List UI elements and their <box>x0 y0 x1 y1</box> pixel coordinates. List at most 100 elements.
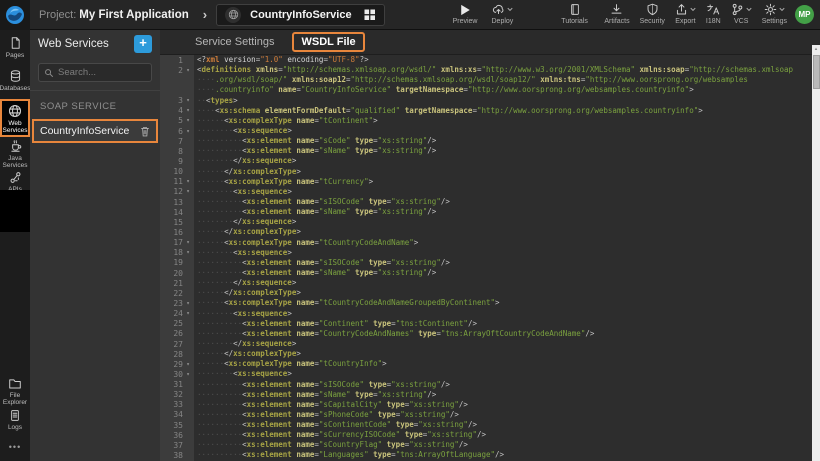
app-logo[interactable] <box>0 0 30 30</box>
code-line: 16······</xs:complexType> <box>160 227 812 237</box>
code-line: 21········</xs:sequence> <box>160 278 812 288</box>
gutter-cell: 38 <box>160 450 194 460</box>
gutter-cell: 5▾ <box>160 116 194 126</box>
fold-toggle-icon[interactable]: ▾ <box>183 107 193 114</box>
line-number: 8 <box>160 147 183 156</box>
code-line: 29▾······<xs:complexType name="tCountryI… <box>160 359 812 369</box>
deploy-label: Deploy <box>492 18 514 25</box>
gutter-cell: 32 <box>160 390 194 400</box>
editor-tabbar: Service Settings WSDL File <box>160 30 820 55</box>
search-input[interactable] <box>58 67 146 78</box>
scrollbar-up-arrow[interactable]: ▴ <box>812 45 820 54</box>
security-button[interactable]: Security <box>640 0 665 25</box>
service-list-item[interactable]: CountryInfoService <box>32 119 158 143</box>
sidebar-item-web-services[interactable]: Web Services <box>0 99 30 137</box>
indent-guide: ······ <box>197 167 224 176</box>
code-line: 7··········<xs:element name="sCode" type… <box>160 136 812 146</box>
code-line: 11▾······<xs:complexType name="tCurrency… <box>160 177 812 187</box>
i18n-button[interactable]: I18N <box>706 0 721 25</box>
code-line: 38··········<xs:element name="Languages"… <box>160 450 812 460</box>
translate-icon <box>706 3 720 17</box>
code-text: ······<xs:complexType name="tContinent"> <box>194 116 378 126</box>
fold-toggle-icon[interactable]: ▾ <box>183 128 193 135</box>
add-service-button[interactable]: + <box>134 35 152 53</box>
code-line: 22······</xs:complexType> <box>160 288 812 298</box>
tutorials-button[interactable]: Tutorials <box>561 0 588 25</box>
preview-label: Preview <box>453 18 478 25</box>
code-text: ······<xs:complexType name="tCurrency"> <box>194 177 373 187</box>
code-line: 18▾········<xs:sequence> <box>160 248 812 258</box>
line-number: 19 <box>160 258 183 267</box>
export-label: Export <box>675 18 695 25</box>
vcs-button[interactable]: VCS <box>731 0 752 25</box>
fold-toggle-icon[interactable]: ▾ <box>183 239 193 246</box>
fold-toggle-icon[interactable]: ▾ <box>183 249 193 256</box>
line-number: 26 <box>160 329 183 338</box>
pages-icon <box>9 36 22 50</box>
code-text: ········<xs:sequence> <box>194 126 292 136</box>
fold-toggle-icon[interactable]: ▾ <box>183 371 193 378</box>
sidebar-item-logs[interactable]: Logs <box>0 409 30 431</box>
indent-guide: ········ <box>197 339 233 348</box>
line-number: 10 <box>160 167 183 176</box>
sidebar-item-label: Java Services <box>0 155 30 169</box>
fold-toggle-icon[interactable]: ▾ <box>183 361 193 368</box>
preview-button[interactable]: Preview <box>453 0 478 25</box>
fold-toggle-icon[interactable]: ▾ <box>183 67 193 74</box>
line-number: 33 <box>160 400 183 409</box>
fold-toggle-icon[interactable]: ▾ <box>183 178 193 185</box>
indent-guide: ·· <box>197 96 206 105</box>
fold-toggle-icon[interactable]: ▾ <box>183 300 193 307</box>
code-text: ······</xs:complexType> <box>194 349 301 359</box>
gutter-cell: 14 <box>160 207 194 217</box>
sidebar-item-databases[interactable]: Databases <box>0 69 30 92</box>
line-number: 31 <box>160 380 183 389</box>
gutter-cell: 7 <box>160 136 194 146</box>
avatar[interactable]: MP <box>795 5 814 24</box>
editor-scrollbar[interactable]: ▴ <box>812 45 820 461</box>
export-icon <box>675 3 696 17</box>
sidebar-item-file-explorer[interactable]: File Explorer <box>0 377 30 406</box>
grid-icon[interactable] <box>364 9 376 21</box>
code-text: ········</xs:sequence> <box>194 156 296 166</box>
deploy-button[interactable]: Deploy <box>492 0 514 25</box>
line-number: 13 <box>160 198 183 207</box>
wavemaker-logo-icon <box>5 5 25 25</box>
fold-toggle-icon[interactable]: ▾ <box>183 188 193 195</box>
code-text: ··········<xs:element name="sName" type=… <box>194 268 436 278</box>
chevron-down-icon <box>507 7 513 12</box>
code-line: 5▾······<xs:complexType name="tContinent… <box>160 116 812 126</box>
breadcrumb-chevron-icon: › <box>203 7 207 22</box>
fold-toggle-icon[interactable]: ▾ <box>183 97 193 104</box>
sidebar-item-java-services[interactable]: Java Services <box>0 139 30 169</box>
line-number: 1 <box>160 56 183 65</box>
tab-service-settings[interactable]: Service Settings <box>195 36 274 48</box>
sidebar-overflow-dots[interactable]: ••• <box>0 442 30 452</box>
artifacts-button[interactable]: Artifacts <box>604 0 629 25</box>
settings-button[interactable]: Settings <box>762 0 787 25</box>
search-box[interactable] <box>38 63 152 82</box>
search-icon <box>44 68 54 78</box>
indent-guide: ······ <box>197 288 224 297</box>
service-tab[interactable]: CountryInfoService <box>216 4 384 26</box>
delete-service-button[interactable] <box>140 126 150 137</box>
line-number: 21 <box>160 279 183 288</box>
wsdl-code-editor[interactable]: 1<?xml version="1.0" encoding="UTF-8"?>2… <box>160 55 812 461</box>
code-text: ········</xs:sequence> <box>194 217 296 227</box>
line-number: 15 <box>160 218 183 227</box>
scrollbar-thumb[interactable] <box>813 55 820 89</box>
sidebar-item-label: Databases <box>0 85 31 92</box>
line-number: 37 <box>160 441 183 450</box>
line-number: 2 <box>160 66 183 75</box>
indent-guide: ·········· <box>197 390 242 399</box>
export-button[interactable]: Export <box>675 0 696 25</box>
sidebar-item-pages[interactable]: Pages <box>0 36 30 59</box>
tab-wsdl-file[interactable]: WSDL File <box>292 32 364 52</box>
project-name: My First Application <box>79 9 188 21</box>
code-text: ········<xs:sequence> <box>194 248 292 258</box>
fold-toggle-icon[interactable]: ▾ <box>183 117 193 124</box>
tutorials-label: Tutorials <box>561 18 588 25</box>
code-line: 37··········<xs:element name="sCountryFl… <box>160 440 812 450</box>
indent-guide: ·········· <box>197 268 242 277</box>
fold-toggle-icon[interactable]: ▾ <box>183 310 193 317</box>
